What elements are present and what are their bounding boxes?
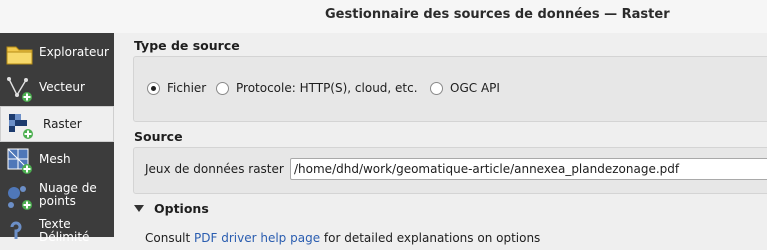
sidebar-item-label: Texte Délimité <box>39 217 90 244</box>
sidebar-item-label: Raster <box>43 117 82 131</box>
mesh-layer-icon <box>6 147 34 175</box>
dataset-path-input[interactable]: /home/dhd/work/geomatique-article/annexe… <box>290 158 767 180</box>
sidebar-item-texte-delimite[interactable]: Texte Délimité <box>0 214 114 250</box>
sidebar-item-nuage-de-points[interactable]: Nuage de points <box>0 178 114 214</box>
splitter[interactable] <box>114 33 122 237</box>
sidebar-item-explorateur[interactable]: Explorateur <box>0 35 114 71</box>
radio-protocole[interactable]: Protocole: HTTP(S), cloud, etc. <box>216 79 418 97</box>
sidebar: Explorateur Vecteur Raster Mesh Nuage de… <box>0 33 114 244</box>
window-title: Gestionnaire des sources de données — Ra… <box>325 7 670 22</box>
sidebar-item-label: Mesh <box>39 152 71 166</box>
collapse-triangle-icon[interactable] <box>134 205 144 212</box>
radio-indicator[interactable] <box>147 81 160 95</box>
sidebar-item-label: Nuage de points <box>39 181 97 208</box>
sidebar-item-vecteur[interactable]: Vecteur <box>0 70 114 106</box>
radio-label: Protocole: HTTP(S), cloud, etc. <box>236 81 418 95</box>
radio-ogc-api[interactable]: OGC API <box>430 79 500 97</box>
title-bar: Gestionnaire des sources de données — Ra… <box>0 0 767 33</box>
sidebar-item-mesh[interactable]: Mesh <box>0 142 114 178</box>
options-header[interactable]: Options <box>134 201 209 216</box>
sidebar-item-raster[interactable]: Raster <box>0 106 114 142</box>
options-title: Options <box>154 201 209 216</box>
radio-fichier[interactable]: Fichier <box>147 79 206 97</box>
vector-layer-icon <box>6 75 34 103</box>
radio-indicator[interactable] <box>216 81 229 95</box>
sidebar-item-label: Vecteur <box>39 80 85 94</box>
radio-label: Fichier <box>167 81 207 95</box>
delimited-text-icon <box>6 219 34 247</box>
source-type-title: Type de source <box>134 38 240 53</box>
radio-label: OGC API <box>450 81 500 95</box>
raster-layer-icon <box>7 112 35 140</box>
point-cloud-icon <box>6 183 34 211</box>
sidebar-item-label: Explorateur <box>39 45 109 59</box>
source-title: Source <box>134 129 183 144</box>
options-help-text: Consult PDF driver help page for detaile… <box>145 231 541 245</box>
folder-icon <box>6 40 34 68</box>
pdf-driver-help-link[interactable]: PDF driver help page <box>194 231 320 245</box>
dataset-label: Jeux de données raster <box>145 162 284 176</box>
radio-indicator[interactable] <box>430 81 443 95</box>
